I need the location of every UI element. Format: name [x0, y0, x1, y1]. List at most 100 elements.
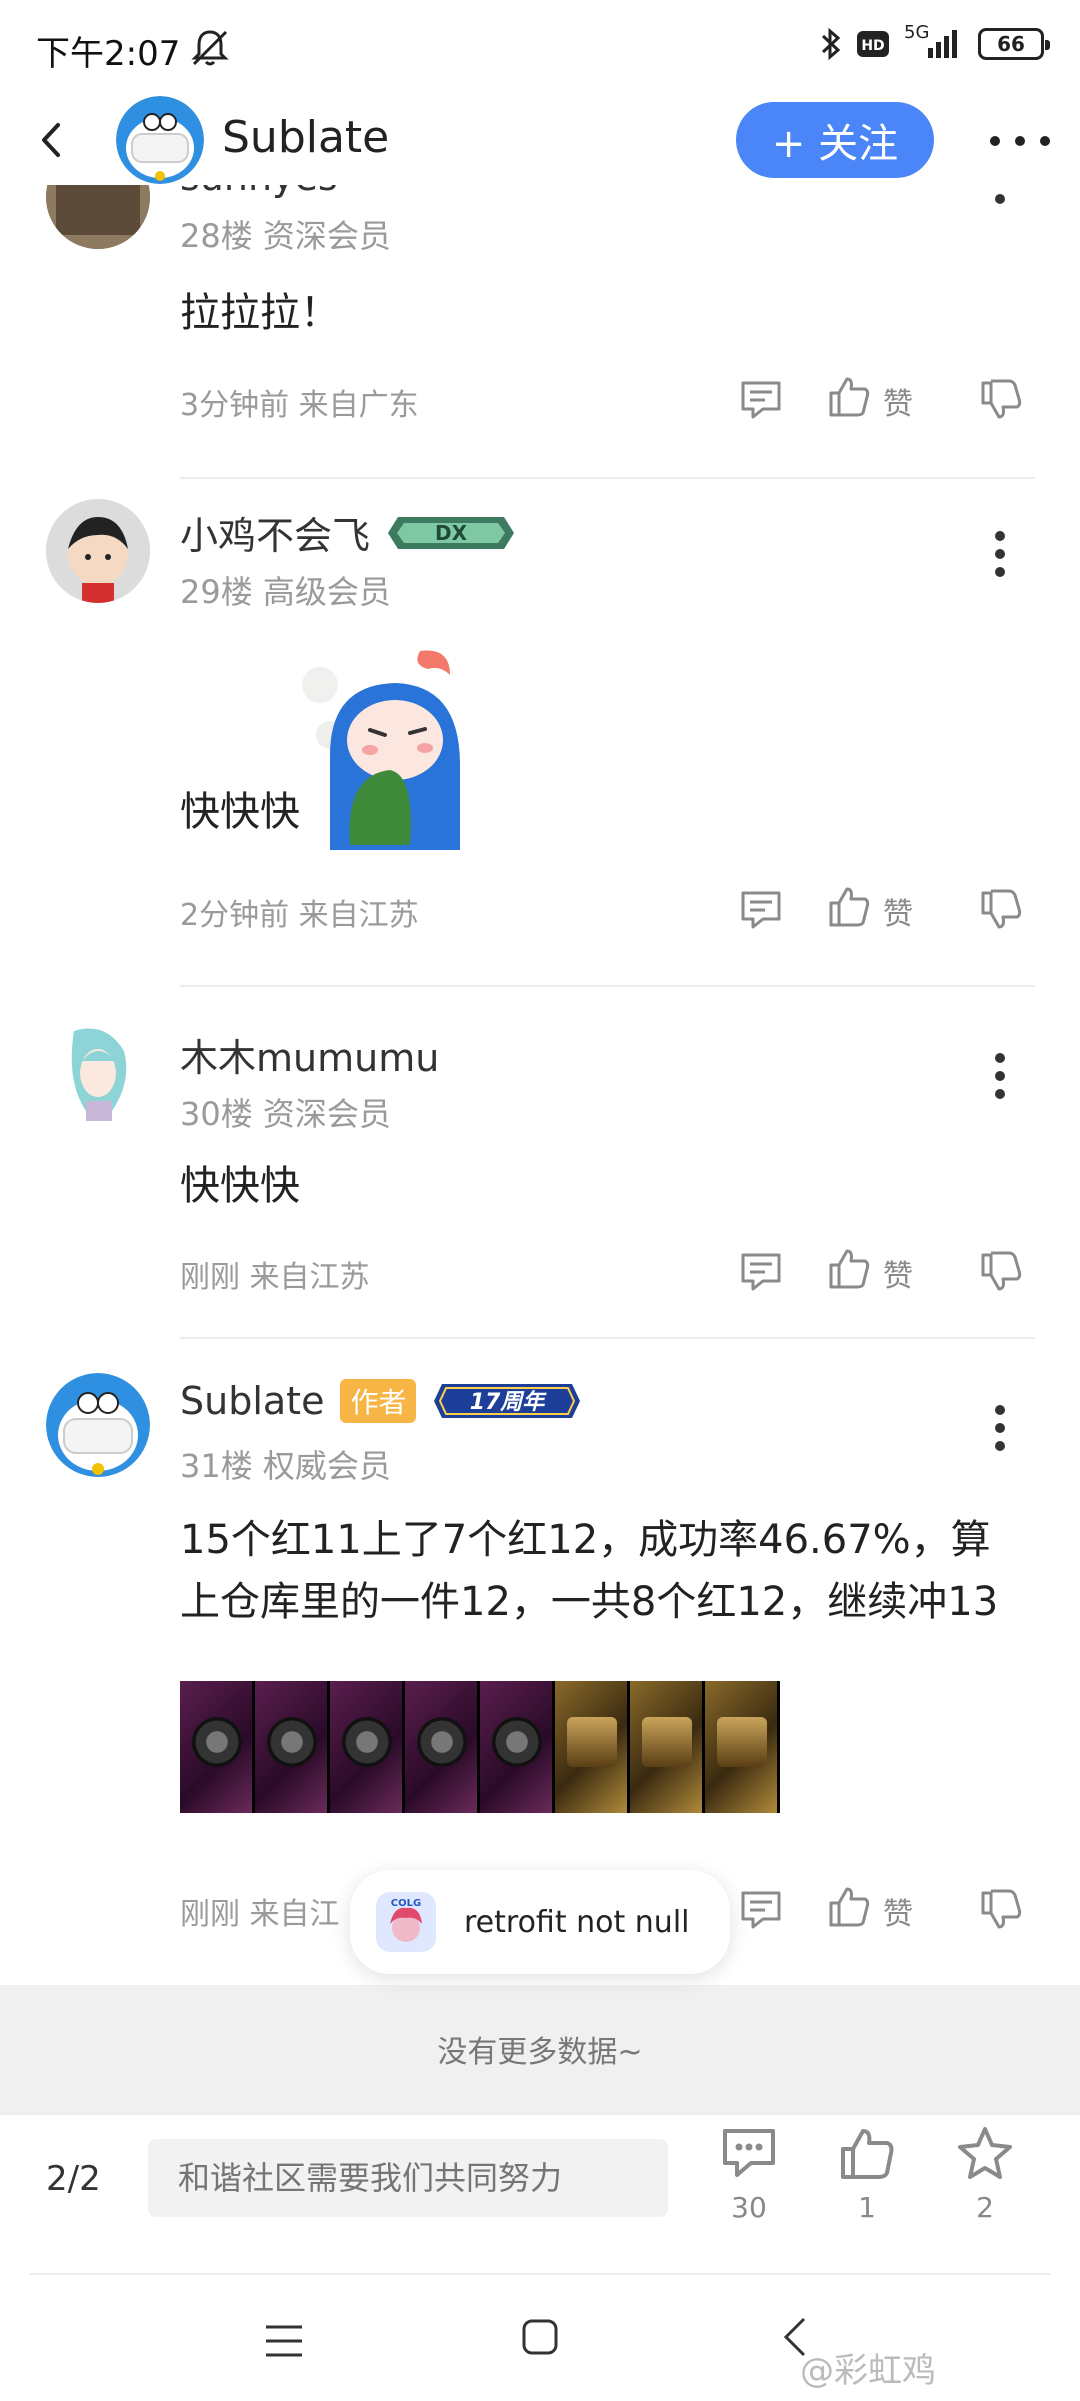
username-row: 小鸡不会飞 DX: [180, 505, 516, 560]
like-label[interactable]: 赞: [883, 1889, 913, 1933]
page-indicator[interactable]: 2/2: [46, 2159, 101, 2199]
svg-text:DX: DX: [435, 521, 468, 545]
item-slot: [255, 1681, 330, 1813]
comment-bubble-icon: [723, 2129, 775, 2177]
item-slot: [480, 1681, 555, 1813]
hd-icon: HD: [857, 31, 889, 57]
item-slot: [630, 1681, 705, 1813]
post-menu-icon[interactable]: [985, 1049, 1015, 1103]
comment-icon[interactable]: [739, 889, 783, 931]
likes-count: 1: [858, 2191, 876, 2224]
page-title: Sublate: [222, 112, 390, 163]
app-header: Sublate + 关注: [0, 95, 1080, 185]
like-label[interactable]: 赞: [883, 1251, 913, 1295]
post-content: 快快快: [180, 789, 300, 835]
dislike-icon[interactable]: [979, 1887, 1023, 1931]
comment-icon[interactable]: [739, 379, 783, 421]
like-thread-button[interactable]: 1: [822, 2125, 912, 2255]
more-options-icon[interactable]: [985, 123, 1055, 159]
like-icon[interactable]: [827, 1247, 871, 1291]
floor-rank: 28楼 资深会员: [180, 217, 391, 255]
item-slot: [330, 1681, 405, 1813]
bell-muted-icon: [191, 30, 229, 66]
post-actions: 赞: [735, 1883, 1035, 1933]
post-meta: 刚刚 来自江苏: [180, 1260, 370, 1295]
dislike-icon[interactable]: [979, 1249, 1023, 1293]
post-menu-icon[interactable]: [985, 1401, 1015, 1455]
toast-notification: COLG retrofit not null: [350, 1870, 730, 1974]
post-menu-icon[interactable]: [985, 190, 1015, 244]
user-avatar[interactable]: [46, 1373, 150, 1477]
colg-app-icon: COLG: [376, 1892, 436, 1952]
like-label[interactable]: 赞: [883, 379, 913, 423]
status-time: 下午2:07: [36, 34, 181, 74]
like-icon[interactable]: [827, 375, 871, 419]
toast-text: retrofit not null: [464, 1904, 690, 1940]
stars-count: 2: [976, 2191, 994, 2224]
signal-icon: 5G: [904, 22, 964, 62]
reply-post: 小鸡不会飞 DX 29楼 高级会员 快快快 2分钟前 来自江苏 赞: [0, 485, 1080, 1005]
post-actions: 赞: [735, 373, 1035, 423]
author-avatar[interactable]: [116, 96, 204, 184]
status-indicators: HD 5G 66: [820, 22, 1050, 62]
item-slot: [180, 1681, 255, 1813]
user-avatar[interactable]: [46, 185, 150, 249]
home-icon[interactable]: [520, 2317, 560, 2357]
no-more-data: 没有更多数据~: [0, 1985, 1080, 2113]
post-meta: 3分钟前 来自广东: [180, 388, 419, 423]
item-slot: [705, 1681, 780, 1813]
anniversary-badge-icon: 17周年: [434, 1384, 581, 1418]
thumbs-up-icon: [841, 2129, 894, 2179]
username-row: Sublate 作者 17周年: [180, 1379, 582, 1423]
floor-rank: 29楼 高级会员: [180, 573, 391, 611]
post-menu-icon[interactable]: [985, 527, 1015, 581]
battery-icon: 66: [978, 28, 1050, 60]
dislike-icon[interactable]: [979, 377, 1023, 421]
post-meta: 刚刚 来自江: [180, 1897, 340, 1932]
watermark: @彩虹鸡: [800, 2351, 936, 2391]
comment-icon[interactable]: [739, 1251, 783, 1293]
menu-icon[interactable]: [262, 2321, 306, 2361]
like-label[interactable]: 赞: [883, 889, 913, 933]
sticker-image: [302, 650, 460, 850]
star-icon: [958, 2127, 1012, 2179]
follow-button[interactable]: + 关注: [736, 102, 934, 178]
comments-button[interactable]: 30: [704, 2125, 794, 2255]
bluetooth-icon: [821, 27, 841, 61]
user-avatar[interactable]: [46, 499, 150, 603]
post-meta: 2分钟前 来自江苏: [180, 898, 419, 933]
reply-input[interactable]: [148, 2139, 668, 2217]
username[interactable]: Sublate: [180, 1379, 324, 1423]
username[interactable]: 木木mumumu: [180, 1027, 439, 1082]
back-arrow-icon[interactable]: [28, 115, 78, 165]
comments-count: 30: [731, 2191, 767, 2224]
item-slot: [555, 1681, 630, 1813]
like-icon[interactable]: [827, 885, 871, 929]
post-image[interactable]: [180, 1681, 780, 1813]
post-divider: [180, 477, 1035, 479]
system-navigation-bar: @彩虹鸡: [0, 2273, 1080, 2401]
dislike-icon[interactable]: [979, 887, 1023, 931]
username[interactable]: 小鸡不会飞: [180, 505, 370, 560]
post-divider: [180, 1337, 1035, 1339]
comment-icon[interactable]: [739, 1889, 783, 1931]
author-badge: 作者: [340, 1379, 417, 1423]
user-avatar[interactable]: [46, 1021, 150, 1125]
like-icon[interactable]: [827, 1885, 871, 1929]
bottom-action-bar: 2/2 30 1 2: [0, 2113, 1080, 2273]
status-bar: 下午2:07 HD 5G 66: [0, 0, 1080, 95]
post-content: 15个红11上了7个红12，成功率46.67%，算上仓库里的一件12，一共8个红…: [180, 1517, 999, 1625]
floor-rank: 31楼 权威会员: [180, 1447, 391, 1485]
post-actions: 赞: [735, 1245, 1035, 1295]
favorite-button[interactable]: 2: [940, 2125, 1030, 2255]
svg-text:HD: HD: [861, 38, 884, 54]
post-divider: [180, 985, 1035, 987]
item-slot: [405, 1681, 480, 1813]
post-content: 拉拉拉！: [180, 290, 340, 336]
level-badge-icon: DX: [388, 516, 515, 549]
post-actions: 赞: [735, 883, 1035, 933]
reply-post: sunnyes 28楼 资深会员 拉拉拉！ 3分钟前 来自广东 赞: [0, 185, 1080, 485]
username[interactable]: sunnyes: [180, 185, 338, 199]
nav-divider: [30, 2273, 1050, 2275]
svg-text:17周年: 17周年: [470, 1389, 548, 1415]
